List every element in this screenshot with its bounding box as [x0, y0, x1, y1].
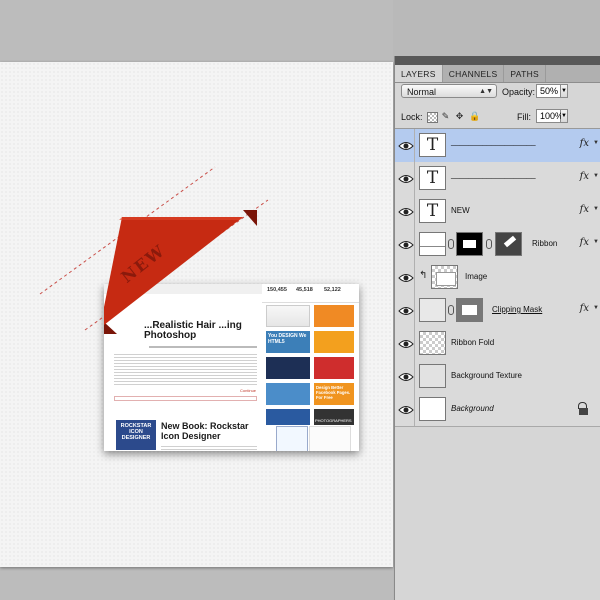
expand-arrow-icon[interactable]: ▼	[593, 140, 599, 146]
panel-tabs: LAYERS CHANNELS PATHS	[395, 65, 600, 83]
fill-label: Fill:	[517, 112, 531, 122]
eye-icon	[398, 175, 414, 183]
fx-icon[interactable]: fx	[580, 138, 589, 149]
vector-mask-thumbnail[interactable]	[456, 298, 483, 322]
eye-icon	[398, 406, 414, 414]
visibility-toggle[interactable]	[395, 360, 415, 393]
layer-name[interactable]: Ribbon Fold	[451, 338, 494, 347]
canvas-area: 150,455 45,518 52,122 ...Realistic Hair …	[0, 0, 393, 600]
shape-thumbnail	[419, 232, 446, 256]
fill-dropdown-arrow[interactable]: ▼	[561, 109, 568, 123]
layer-mask-thumbnail[interactable]	[456, 232, 483, 256]
layer-name[interactable]: NEW	[451, 206, 470, 215]
visibility-toggle[interactable]	[395, 228, 415, 261]
text-layer-thumbnail: T	[419, 133, 446, 157]
visibility-toggle[interactable]	[395, 294, 415, 327]
lock-body	[579, 408, 588, 415]
blend-mode-select[interactable]: Normal ▲▼	[401, 84, 497, 98]
eye-icon	[398, 208, 414, 216]
layer-name[interactable]: ___________________	[451, 170, 536, 179]
layer-row[interactable]: Background Texture	[395, 360, 600, 394]
layer-name[interactable]: Image	[465, 272, 487, 281]
visibility-toggle[interactable]	[395, 162, 415, 195]
expand-arrow-icon[interactable]: ▼	[593, 239, 599, 245]
layer-row[interactable]: Background	[395, 393, 600, 427]
tab-channels[interactable]: CHANNELS	[443, 65, 505, 82]
eye-icon	[398, 340, 414, 348]
select-arrows-icon: ▲▼	[479, 88, 493, 95]
visibility-toggle[interactable]	[395, 393, 415, 426]
visibility-toggle[interactable]	[395, 195, 415, 228]
link-icon[interactable]	[448, 305, 454, 315]
eye-icon	[398, 241, 414, 249]
tab-layers[interactable]: LAYERS	[395, 65, 443, 82]
lock-transparent-pixels-icon[interactable]	[427, 112, 438, 123]
ribbon-graphic	[39, 166, 269, 334]
opacity-dropdown-arrow[interactable]: ▼	[561, 84, 568, 98]
document-canvas[interactable]: 150,455 45,518 52,122 ...Realistic Hair …	[0, 62, 393, 567]
texture-thumbnail	[419, 364, 446, 388]
lock-label: Lock:	[401, 112, 423, 122]
panel-title-bar[interactable]	[395, 56, 600, 65]
eye-icon	[398, 274, 414, 282]
expand-arrow-icon[interactable]: ▼	[593, 206, 599, 212]
layer-name[interactable]: ___________________	[451, 137, 536, 146]
eye-icon	[398, 142, 414, 150]
layer-row[interactable]: Clipping Mask fx ▼	[395, 294, 600, 328]
layers-panel: LAYERS CHANNELS PATHS Normal ▲▼ Opacity:…	[394, 56, 600, 600]
lock-image-pixels-icon[interactable]: ✎	[441, 112, 450, 121]
layer-row[interactable]: Ribbon Fold	[395, 327, 600, 361]
clipping-arrow-icon: ↰	[419, 270, 428, 281]
layer-thumbnail	[419, 331, 446, 355]
fx-icon[interactable]: fx	[580, 171, 589, 182]
background-thumbnail	[419, 397, 446, 421]
expand-arrow-icon[interactable]: ▼	[593, 173, 599, 179]
expand-arrow-icon[interactable]: ▼	[593, 305, 599, 311]
link-icon[interactable]	[448, 239, 454, 249]
layer-row[interactable]: Ribbon fx ▼	[395, 228, 600, 262]
vector-mask-thumbnail[interactable]	[495, 232, 522, 256]
layer-name[interactable]: Background Texture	[451, 371, 522, 380]
fill-input[interactable]: 100%	[536, 109, 563, 123]
layer-row[interactable]: ↰ Image	[395, 261, 600, 295]
image-layer-thumbnail	[431, 265, 458, 289]
visibility-toggle[interactable]	[395, 129, 415, 162]
tab-paths[interactable]: PATHS	[504, 65, 546, 82]
link-icon[interactable]	[486, 239, 492, 249]
layers-list: T ___________________ fx ▼ T ___________…	[395, 128, 600, 427]
layer-row[interactable]: T ___________________ fx ▼	[395, 129, 600, 163]
layer-name[interactable]: Ribbon	[532, 239, 557, 248]
visibility-toggle[interactable]	[395, 261, 415, 294]
layer-row[interactable]: T NEW fx ▼	[395, 195, 600, 229]
layer-name[interactable]: Clipping Mask	[492, 305, 542, 314]
shape-thumbnail	[419, 298, 446, 322]
opacity-label: Opacity:	[502, 87, 536, 97]
fx-icon[interactable]: fx	[580, 303, 589, 314]
eye-icon	[398, 307, 414, 315]
visibility-toggle[interactable]	[395, 327, 415, 360]
lock-all-icon[interactable]: 🔒	[469, 112, 480, 121]
fx-icon[interactable]: fx	[580, 237, 589, 248]
lock-position-icon[interactable]: ✥	[455, 112, 464, 121]
text-layer-thumbnail: T	[419, 166, 446, 190]
eye-icon	[398, 373, 414, 381]
blend-mode-value: Normal	[407, 87, 437, 97]
fx-icon[interactable]: fx	[580, 204, 589, 215]
opacity-input[interactable]: 50%	[536, 84, 561, 98]
layer-name[interactable]: Background	[451, 404, 494, 413]
layer-row[interactable]: T ___________________ fx ▼	[395, 162, 600, 196]
text-layer-thumbnail: T	[419, 199, 446, 223]
